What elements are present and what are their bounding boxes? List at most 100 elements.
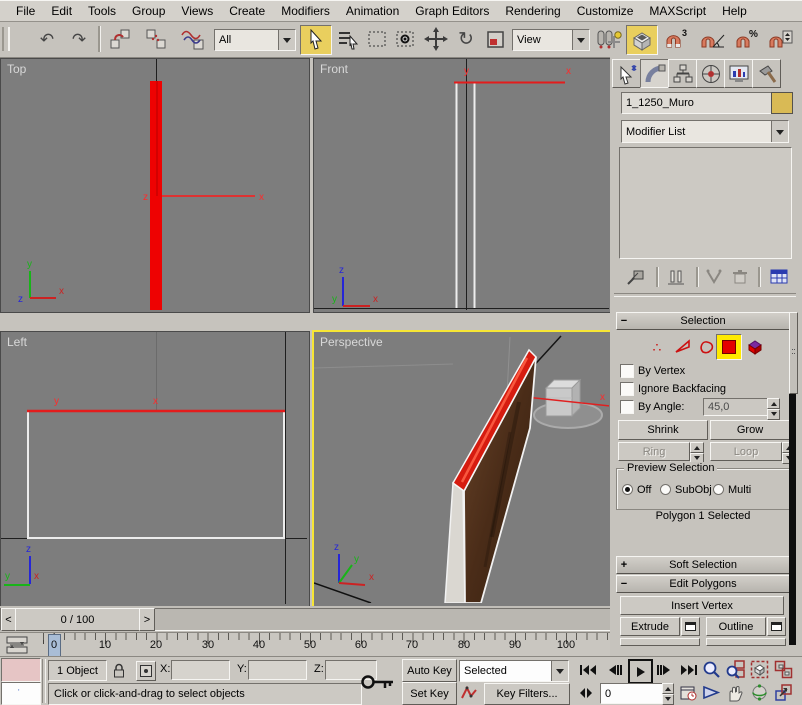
selection-rollout-header[interactable]: −Selection bbox=[616, 312, 790, 330]
remove-modifier-button[interactable] bbox=[728, 267, 752, 287]
select-and-rotate-button[interactable]: ↻ bbox=[452, 25, 480, 53]
set-key-button[interactable]: Set Key bbox=[402, 682, 457, 705]
viewport-top-label[interactable]: Top bbox=[7, 62, 26, 76]
time-slider-prev-button[interactable]: < bbox=[1, 608, 16, 631]
frame-spinner[interactable] bbox=[662, 683, 674, 702]
set-keys-button[interactable] bbox=[358, 667, 396, 697]
menu-modifiers[interactable]: Modifiers bbox=[273, 4, 338, 18]
wall-left-view[interactable] bbox=[28, 411, 284, 538]
field-of-view-button[interactable] bbox=[700, 682, 722, 703]
menu-views[interactable]: Views bbox=[173, 4, 221, 18]
arc-rotate-button[interactable] bbox=[748, 682, 770, 703]
select-and-move-button[interactable] bbox=[422, 25, 450, 53]
object-name-field[interactable]: 1_1250_Muro bbox=[621, 92, 773, 114]
select-and-link-button[interactable] bbox=[104, 25, 136, 53]
wall-top-view[interactable] bbox=[150, 81, 162, 310]
subobject-element-button[interactable] bbox=[744, 336, 766, 358]
rectangular-selection-region-button[interactable] bbox=[364, 25, 390, 53]
subobject-vertex-button[interactable]: ∴ bbox=[646, 336, 668, 358]
extrude-button[interactable]: Extrude bbox=[620, 617, 680, 636]
set-key-filters-curve-button[interactable] bbox=[459, 683, 479, 703]
tab-modify[interactable] bbox=[640, 59, 669, 88]
spinner-snap-toggle-button[interactable] bbox=[764, 25, 796, 53]
auto-key-button[interactable]: Auto Key bbox=[402, 659, 457, 682]
zoom-extents-button[interactable] bbox=[748, 659, 770, 680]
redo-button[interactable]: ↷ bbox=[64, 25, 94, 53]
absolute-offset-mode-toggle[interactable] bbox=[136, 661, 156, 681]
ring-spinner[interactable] bbox=[690, 442, 704, 459]
tab-hierarchy[interactable] bbox=[668, 59, 697, 88]
panel-scrollbar-thumb[interactable] bbox=[789, 312, 798, 394]
show-end-result-button[interactable] bbox=[664, 267, 688, 287]
by-angle-checkbox[interactable] bbox=[620, 400, 634, 414]
previous-frame-button[interactable] bbox=[604, 660, 626, 680]
viewport-perspective-label[interactable]: Perspective bbox=[320, 335, 383, 349]
bind-to-space-warp-button[interactable] bbox=[176, 25, 210, 53]
ignore-backfacing-checkbox[interactable] bbox=[620, 382, 634, 396]
selection-lock-toggle[interactable] bbox=[110, 661, 128, 679]
menu-tools[interactable]: Tools bbox=[80, 4, 124, 18]
preview-multi-radio[interactable] bbox=[713, 484, 724, 495]
pin-stack-button[interactable] bbox=[624, 267, 648, 287]
tab-display[interactable] bbox=[724, 59, 753, 88]
play-animation-button[interactable] bbox=[628, 659, 653, 684]
loop-button[interactable]: Loop bbox=[710, 442, 782, 461]
modifier-list-dropdown[interactable]: Modifier List bbox=[621, 120, 789, 143]
y-coord-field[interactable] bbox=[248, 660, 307, 680]
object-color-swatch[interactable] bbox=[771, 92, 793, 114]
background-box-object[interactable] bbox=[546, 380, 580, 416]
key-mode-toggle-button[interactable] bbox=[576, 683, 596, 703]
toolbar-grip[interactable] bbox=[2, 27, 10, 51]
menu-rendering[interactable]: Rendering bbox=[497, 4, 568, 18]
percent-snap-toggle-button[interactable]: % bbox=[732, 25, 762, 53]
select-by-name-button[interactable] bbox=[334, 25, 362, 53]
menu-customize[interactable]: Customize bbox=[569, 4, 642, 18]
make-unique-button[interactable] bbox=[702, 267, 726, 287]
snaps-toggle-3d-button[interactable]: 3 bbox=[660, 25, 692, 53]
tab-create[interactable] bbox=[612, 59, 641, 88]
current-frame-field[interactable]: 0 bbox=[600, 683, 666, 704]
by-vertex-checkbox[interactable] bbox=[620, 364, 634, 378]
open-mini-curve-editor-button[interactable] bbox=[2, 635, 32, 655]
menu-graph-editors[interactable]: Graph Editors bbox=[407, 4, 497, 18]
soft-selection-rollout-header[interactable]: +Soft Selection bbox=[616, 556, 790, 574]
key-filters-button[interactable]: Key Filters... bbox=[484, 683, 570, 705]
grow-button[interactable]: Grow bbox=[710, 420, 790, 440]
preview-subobj-radio[interactable] bbox=[660, 484, 671, 495]
maxscript-mini-listener-white[interactable]: ' bbox=[1, 682, 41, 705]
time-slider-next-button[interactable]: > bbox=[139, 608, 155, 631]
viewport-top[interactable]: z x y x z Top bbox=[0, 58, 310, 313]
keyboard-shortcut-override-toggle[interactable] bbox=[626, 25, 658, 55]
undo-button[interactable]: ↶ bbox=[32, 25, 62, 53]
edit-polygons-rollout-header[interactable]: −Edit Polygons bbox=[616, 575, 790, 593]
menu-help[interactable]: Help bbox=[714, 4, 755, 18]
menu-group[interactable]: Group bbox=[124, 4, 173, 18]
go-to-end-button[interactable] bbox=[677, 660, 701, 680]
menu-maxscript[interactable]: MAXScript bbox=[641, 4, 714, 18]
zoom-button[interactable] bbox=[700, 659, 722, 680]
zoom-extents-all-button[interactable] bbox=[772, 659, 794, 680]
next-frame-button[interactable] bbox=[652, 660, 674, 680]
select-object-button[interactable] bbox=[300, 25, 332, 55]
wall-object[interactable] bbox=[445, 350, 536, 603]
selection-filter-dropdown[interactable]: All bbox=[214, 29, 296, 51]
angle-snap-toggle-button[interactable] bbox=[696, 25, 728, 53]
menu-file[interactable]: File bbox=[8, 4, 43, 18]
go-to-start-button[interactable] bbox=[576, 660, 600, 680]
viewport-front[interactable]: y x z y x Front bbox=[313, 58, 612, 313]
viewport-left[interactable]: y x z y x Left bbox=[0, 331, 310, 607]
insert-vertex-button[interactable]: Insert Vertex bbox=[620, 596, 784, 615]
menu-animation[interactable]: Animation bbox=[338, 4, 407, 18]
subobject-edge-button[interactable] bbox=[672, 336, 694, 358]
menu-create[interactable]: Create bbox=[221, 4, 273, 18]
menu-edit[interactable]: Edit bbox=[43, 4, 80, 18]
select-and-scale-button[interactable] bbox=[482, 25, 508, 53]
extrude-settings-button[interactable] bbox=[681, 617, 700, 636]
configure-modifier-sets-button[interactable] bbox=[766, 267, 792, 287]
subobject-polygon-button[interactable] bbox=[716, 334, 742, 360]
maxscript-mini-listener-pink[interactable] bbox=[1, 658, 41, 682]
time-configuration-button[interactable] bbox=[678, 683, 698, 703]
time-slider-thumb[interactable]: 0 / 100 bbox=[15, 608, 140, 631]
tab-utilities[interactable] bbox=[752, 59, 781, 88]
ring-button[interactable]: Ring bbox=[618, 442, 690, 461]
